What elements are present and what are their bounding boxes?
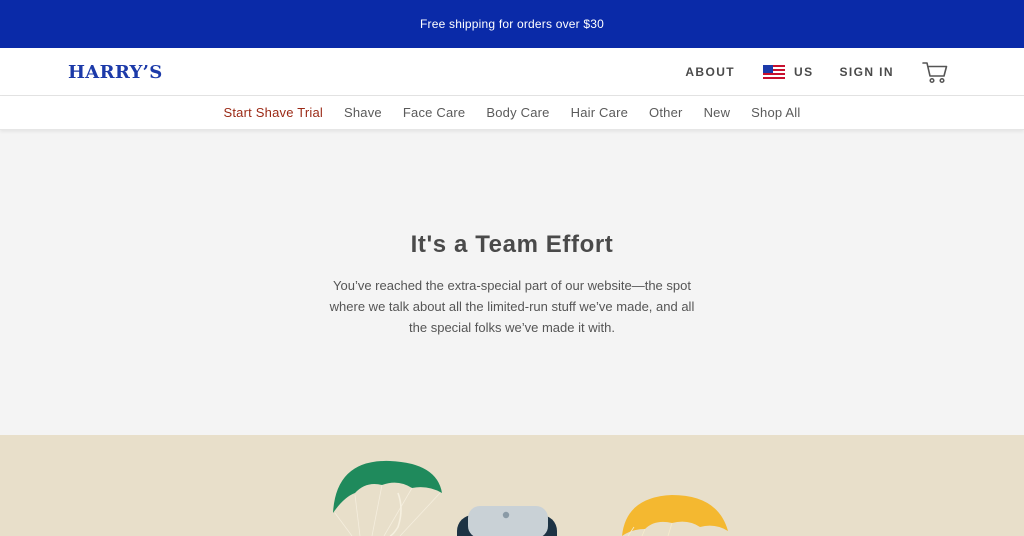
nav-item-hair-care[interactable]: Hair Care — [571, 105, 628, 120]
site-header: HARRY’S ABOUT US SIGN IN — [0, 48, 1024, 96]
us-flag-icon — [763, 64, 786, 79]
promo-bar: Free shipping for orders over $30 — [0, 0, 1024, 48]
razor-product-icon — [457, 506, 557, 536]
header-actions: ABOUT US SIGN IN — [685, 48, 948, 95]
logo[interactable]: HARRY’S — [68, 62, 163, 83]
hero-body: You’ve reached the extra-special part of… — [329, 278, 695, 335]
region-label: US — [794, 64, 814, 79]
nav-item-face-care[interactable]: Face Care — [403, 105, 466, 120]
cart-icon[interactable] — [922, 60, 948, 84]
promo-text: Free shipping for orders over $30 — [419, 17, 605, 31]
nav-item-shop-all[interactable]: Shop All — [751, 105, 800, 120]
sign-in-link[interactable]: SIGN IN — [840, 65, 894, 79]
hero-section: It's a Team Effort You’ve reached the ex… — [0, 130, 1024, 435]
nav-item-start-shave-trial[interactable]: Start Shave Trial — [224, 105, 324, 120]
hero-title: It's a Team Effort — [410, 231, 614, 258]
green-parachute-icon — [333, 460, 442, 536]
nav-item-new[interactable]: New — [704, 105, 731, 120]
feature-illustration — [333, 460, 728, 536]
feature-banner — [0, 435, 1024, 536]
nav-item-other[interactable]: Other — [649, 105, 683, 120]
nav-item-shave[interactable]: Shave — [344, 105, 382, 120]
category-nav: Start Shave Trial Shave Face Care Body C… — [0, 96, 1024, 130]
region-selector[interactable]: US — [763, 64, 814, 79]
yellow-parachute-icon — [622, 495, 728, 536]
nav-item-body-care[interactable]: Body Care — [486, 105, 549, 120]
about-link[interactable]: ABOUT — [685, 65, 735, 79]
